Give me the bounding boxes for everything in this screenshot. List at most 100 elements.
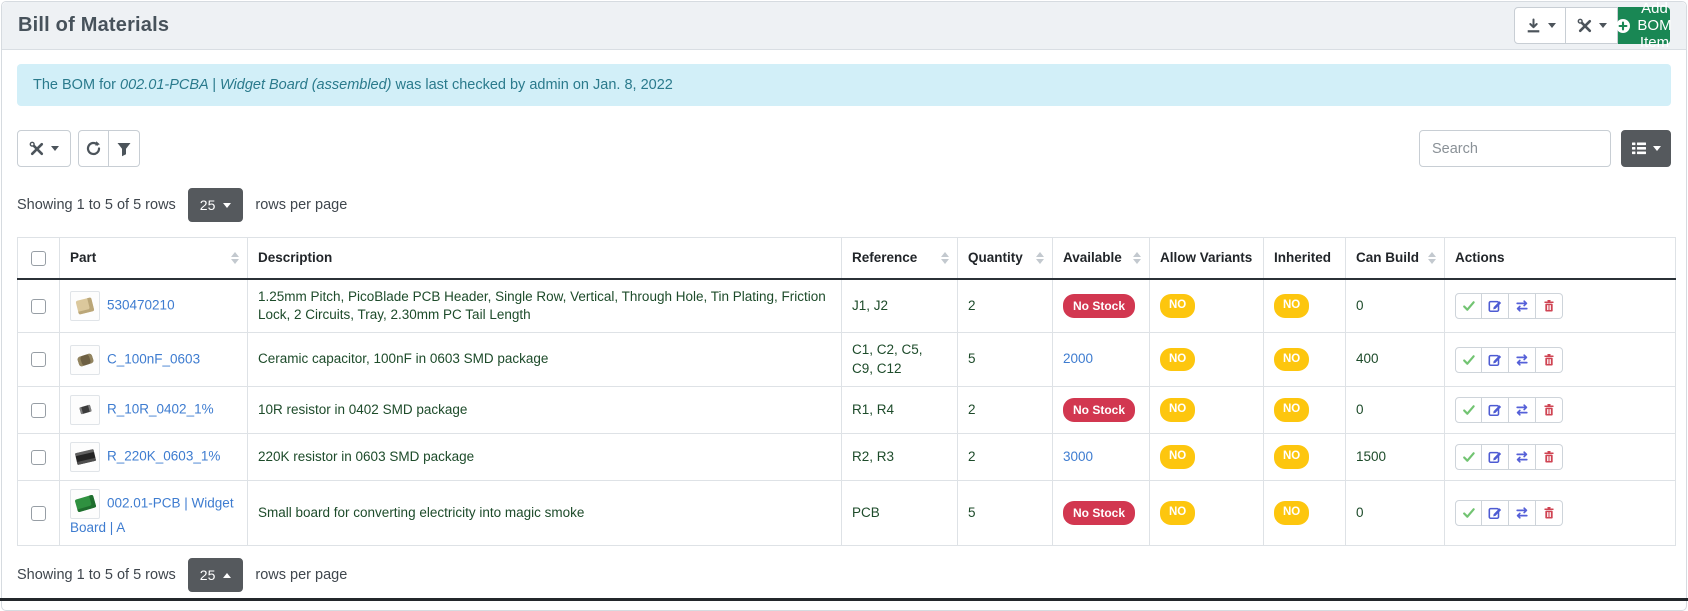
inherited-badge: NO bbox=[1274, 445, 1309, 469]
validate-bom-item-button[interactable] bbox=[1455, 397, 1482, 423]
row-checkbox[interactable] bbox=[31, 299, 46, 314]
available-stock-link[interactable]: 2000 bbox=[1063, 351, 1093, 366]
can-build-cell: 0 bbox=[1346, 279, 1445, 333]
delete-bom-item-button[interactable] bbox=[1536, 500, 1563, 526]
allow-variants-badge: NO bbox=[1160, 348, 1195, 372]
substitutes-button[interactable] bbox=[1509, 347, 1536, 373]
edit-bom-item-button[interactable] bbox=[1482, 397, 1509, 423]
alert-text-prefix: The BOM for bbox=[33, 77, 120, 93]
part-description: 10R resistor in 0402 SMD package bbox=[248, 386, 842, 433]
substitutes-button[interactable] bbox=[1509, 293, 1536, 319]
column-header-allow-variants[interactable]: Allow Variants bbox=[1150, 238, 1264, 279]
reference-cell: R2, R3 bbox=[842, 433, 958, 480]
allow-variants-badge: NO bbox=[1160, 501, 1195, 525]
no-stock-badge: No Stock bbox=[1063, 501, 1135, 525]
part-link[interactable]: C_100nF_0603 bbox=[107, 351, 200, 366]
column-header-reference[interactable]: Reference bbox=[842, 238, 958, 279]
column-header-actions: Actions bbox=[1445, 238, 1676, 279]
page-size-select[interactable]: 25 bbox=[188, 558, 244, 592]
table-header-row: Part Description Reference Quantity Avai… bbox=[18, 238, 1676, 279]
sort-icon[interactable] bbox=[1036, 252, 1044, 264]
table-actions-button[interactable] bbox=[17, 130, 71, 167]
reference-cell: R1, R4 bbox=[842, 386, 958, 433]
available-stock-link[interactable]: 3000 bbox=[1063, 449, 1093, 464]
edit-bom-item-button[interactable] bbox=[1482, 500, 1509, 526]
delete-bom-item-button[interactable] bbox=[1536, 397, 1563, 423]
row-actions bbox=[1455, 293, 1563, 319]
filter-button[interactable] bbox=[109, 130, 140, 167]
bom-table-body: 530470210 1.25mm Pitch, PicoBlade PCB He… bbox=[18, 279, 1676, 546]
connector-image bbox=[76, 297, 95, 314]
pagination-top: Showing 1 to 5 of 5 rows 25 rows per pag… bbox=[17, 188, 1671, 222]
part-link[interactable]: 530470210 bbox=[107, 298, 175, 313]
sort-icon[interactable] bbox=[1133, 252, 1141, 264]
pcb-image bbox=[74, 495, 96, 513]
validate-icon bbox=[1462, 506, 1476, 520]
select-all-checkbox[interactable] bbox=[31, 251, 46, 266]
allow-variants-badge: NO bbox=[1160, 294, 1195, 318]
part-link[interactable]: R_220K_0603_1% bbox=[107, 448, 220, 463]
allow-variants-badge: NO bbox=[1160, 398, 1195, 422]
edit-icon bbox=[1488, 450, 1502, 464]
part-link[interactable]: R_10R_0402_1% bbox=[107, 401, 214, 416]
delete-bom-item-button[interactable] bbox=[1536, 444, 1563, 470]
validate-icon bbox=[1462, 299, 1476, 313]
page-size-select[interactable]: 25 bbox=[188, 188, 244, 222]
toolbar-left bbox=[17, 130, 140, 167]
part-thumbnail bbox=[70, 489, 100, 519]
substitutes-button[interactable] bbox=[1509, 500, 1536, 526]
edit-icon bbox=[1488, 506, 1502, 520]
columns-icon bbox=[1631, 141, 1647, 156]
sort-icon[interactable] bbox=[1428, 252, 1436, 264]
filter-icon bbox=[116, 141, 132, 157]
rows-per-page-label: rows per page bbox=[255, 197, 347, 213]
column-header-inherited[interactable]: Inherited bbox=[1264, 238, 1346, 279]
row-checkbox[interactable] bbox=[31, 506, 46, 521]
column-header-part[interactable]: Part bbox=[60, 238, 248, 279]
row-checkbox[interactable] bbox=[31, 450, 46, 465]
edit-bom-item-button[interactable] bbox=[1482, 293, 1509, 319]
chevron-down-icon bbox=[223, 203, 231, 208]
column-header-description[interactable]: Description bbox=[248, 238, 842, 279]
can-build-cell: 1500 bbox=[1346, 433, 1445, 480]
column-header-quantity[interactable]: Quantity bbox=[958, 238, 1053, 279]
no-stock-badge: No Stock bbox=[1063, 294, 1135, 318]
edit-bom-item-button[interactable] bbox=[1482, 444, 1509, 470]
validate-bom-item-button[interactable] bbox=[1455, 347, 1482, 373]
add-bom-item-button[interactable]: Add BOM Item bbox=[1618, 7, 1670, 44]
validate-bom-item-button[interactable] bbox=[1455, 444, 1482, 470]
row-actions bbox=[1455, 347, 1563, 373]
bom-actions-button[interactable] bbox=[1566, 7, 1618, 44]
bom-checked-alert: The BOM for 002.01-PCBA | Widget Board (… bbox=[17, 64, 1671, 106]
reference-cell: C1, C2, C5, C9, C12 bbox=[842, 333, 958, 386]
export-bom-button[interactable] bbox=[1514, 7, 1566, 44]
validate-icon bbox=[1462, 353, 1476, 367]
substitutes-button[interactable] bbox=[1509, 397, 1536, 423]
row-checkbox[interactable] bbox=[31, 352, 46, 367]
delete-bom-item-button[interactable] bbox=[1536, 293, 1563, 319]
refresh-filter-group bbox=[78, 130, 140, 167]
column-header-can-build[interactable]: Can Build bbox=[1346, 238, 1445, 279]
can-build-cell: 0 bbox=[1346, 386, 1445, 433]
part-thumbnail bbox=[70, 345, 100, 375]
edit-icon bbox=[1488, 299, 1502, 313]
part-description: Ceramic capacitor, 100nF in 0603 SMD pac… bbox=[248, 333, 842, 386]
validate-bom-item-button[interactable] bbox=[1455, 500, 1482, 526]
delete-bom-item-button[interactable] bbox=[1536, 347, 1563, 373]
header-button-group: Add BOM Item bbox=[1514, 7, 1670, 44]
delete-icon bbox=[1542, 299, 1556, 313]
columns-button[interactable] bbox=[1621, 130, 1671, 167]
substitutes-button[interactable] bbox=[1509, 444, 1536, 470]
validate-bom-item-button[interactable] bbox=[1455, 293, 1482, 319]
column-header-available[interactable]: Available bbox=[1053, 238, 1150, 279]
sort-icon[interactable] bbox=[231, 252, 239, 264]
edit-bom-item-button[interactable] bbox=[1482, 347, 1509, 373]
edit-icon bbox=[1488, 403, 1502, 417]
no-stock-badge: No Stock bbox=[1063, 398, 1135, 422]
refresh-button[interactable] bbox=[78, 130, 109, 167]
delete-icon bbox=[1542, 403, 1556, 417]
row-checkbox[interactable] bbox=[31, 403, 46, 418]
sort-icon[interactable] bbox=[941, 252, 949, 264]
search-input[interactable] bbox=[1419, 130, 1611, 167]
page-title: Bill of Materials bbox=[18, 14, 169, 37]
